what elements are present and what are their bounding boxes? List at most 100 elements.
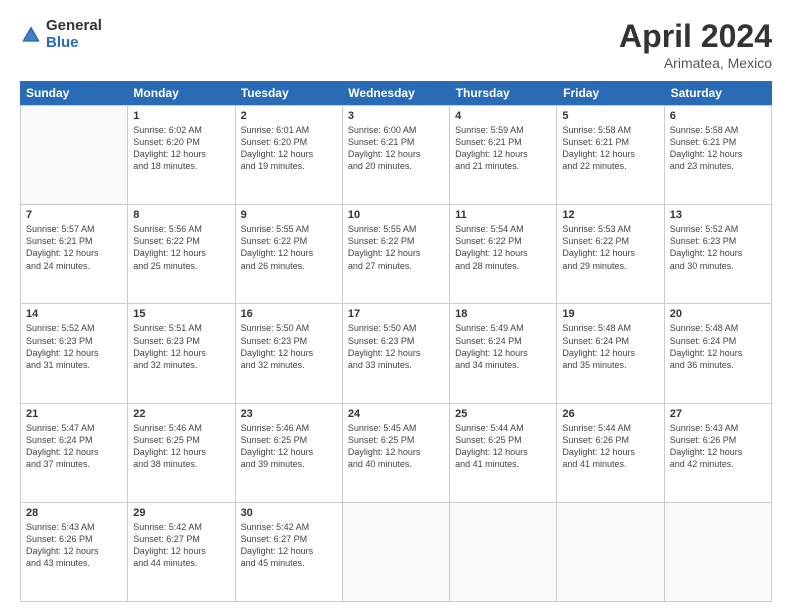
cell-daylight-text: Sunrise: 5:43 AM Sunset: 6:26 PM Dayligh… [670, 422, 766, 471]
calendar-cell-6: 6 Sunrise: 5:58 AM Sunset: 6:21 PM Daylig… [665, 106, 772, 204]
day-number: 9 [241, 209, 337, 221]
cell-daylight-text: Sunrise: 6:00 AM Sunset: 6:21 PM Dayligh… [348, 124, 444, 173]
calendar-cell-30: 30 Sunrise: 5:42 AM Sunset: 6:27 PM Dayli… [236, 503, 343, 601]
logo: General Blue [20, 18, 102, 51]
day-number: 16 [241, 308, 337, 320]
day-number: 7 [26, 209, 122, 221]
day-number: 14 [26, 308, 122, 320]
title-location: Arimatea, Mexico [619, 55, 772, 71]
header-day-saturday: Saturday [665, 81, 772, 105]
header-day-thursday: Thursday [450, 81, 557, 105]
cell-daylight-text: Sunrise: 5:58 AM Sunset: 6:21 PM Dayligh… [562, 124, 658, 173]
calendar-body: 1 Sunrise: 6:02 AM Sunset: 6:20 PM Daylig… [20, 105, 772, 602]
header-day-friday: Friday [557, 81, 664, 105]
calendar-cell-22: 22 Sunrise: 5:46 AM Sunset: 6:25 PM Dayli… [128, 404, 235, 502]
cell-daylight-text: Sunrise: 5:44 AM Sunset: 6:26 PM Dayligh… [562, 422, 658, 471]
day-number: 25 [455, 408, 551, 420]
calendar-cell-empty [665, 503, 772, 601]
calendar-cell-26: 26 Sunrise: 5:44 AM Sunset: 6:26 PM Dayli… [557, 404, 664, 502]
cell-daylight-text: Sunrise: 5:52 AM Sunset: 6:23 PM Dayligh… [26, 322, 122, 371]
calendar: SundayMondayTuesdayWednesdayThursdayFrid… [20, 81, 772, 602]
cell-daylight-text: Sunrise: 5:55 AM Sunset: 6:22 PM Dayligh… [241, 223, 337, 272]
cell-daylight-text: Sunrise: 5:42 AM Sunset: 6:27 PM Dayligh… [241, 521, 337, 570]
day-number: 19 [562, 308, 658, 320]
cell-daylight-text: Sunrise: 6:01 AM Sunset: 6:20 PM Dayligh… [241, 124, 337, 173]
calendar-row-3: 21 Sunrise: 5:47 AM Sunset: 6:24 PM Dayli… [21, 404, 772, 503]
day-number: 30 [241, 507, 337, 519]
day-number: 6 [670, 110, 766, 122]
calendar-cell-17: 17Sunrise: 5:50 AM Sunset: 6:23 PM Dayli… [343, 304, 450, 402]
day-number: 3 [348, 110, 444, 122]
calendar-cell-3: 3 Sunrise: 6:00 AM Sunset: 6:21 PM Daylig… [343, 106, 450, 204]
calendar-cell-7: 7 Sunrise: 5:57 AM Sunset: 6:21 PM Daylig… [21, 205, 128, 303]
cell-daylight-text: Sunrise: 5:43 AM Sunset: 6:26 PM Dayligh… [26, 521, 122, 570]
calendar-cell-27: 27Sunrise: 5:43 AM Sunset: 6:26 PM Dayli… [665, 404, 772, 502]
day-number: 10 [348, 209, 444, 221]
header-day-sunday: Sunday [20, 81, 127, 105]
calendar-cell-2: 2 Sunrise: 6:01 AM Sunset: 6:20 PM Daylig… [236, 106, 343, 204]
day-number: 17 [348, 308, 444, 320]
day-number: 20 [670, 308, 766, 320]
header-day-wednesday: Wednesday [342, 81, 449, 105]
day-number: 4 [455, 110, 551, 122]
calendar-cell-12: 12 Sunrise: 5:53 AM Sunset: 6:22 PM Dayli… [557, 205, 664, 303]
calendar-cell-4: 4 Sunrise: 5:59 AM Sunset: 6:21 PM Daylig… [450, 106, 557, 204]
cell-daylight-text: Sunrise: 5:46 AM Sunset: 6:25 PM Dayligh… [133, 422, 229, 471]
day-number: 22 [133, 408, 229, 420]
day-number: 21 [26, 408, 122, 420]
cell-daylight-text: Sunrise: 5:48 AM Sunset: 6:24 PM Dayligh… [670, 322, 766, 371]
calendar-cell-14: 14 Sunrise: 5:52 AM Sunset: 6:23 PM Dayli… [21, 304, 128, 402]
header-day-monday: Monday [127, 81, 234, 105]
cell-daylight-text: Sunrise: 5:47 AM Sunset: 6:24 PM Dayligh… [26, 422, 122, 471]
cell-daylight-text: Sunrise: 5:46 AM Sunset: 6:25 PM Dayligh… [241, 422, 337, 471]
logo-icon [20, 24, 42, 46]
day-number: 5 [562, 110, 658, 122]
day-number: 2 [241, 110, 337, 122]
cell-daylight-text: Sunrise: 5:54 AM Sunset: 6:22 PM Dayligh… [455, 223, 551, 272]
day-number: 23 [241, 408, 337, 420]
cell-daylight-text: Sunrise: 5:59 AM Sunset: 6:21 PM Dayligh… [455, 124, 551, 173]
cell-daylight-text: Sunrise: 5:51 AM Sunset: 6:23 PM Dayligh… [133, 322, 229, 371]
cell-daylight-text: Sunrise: 5:53 AM Sunset: 6:22 PM Dayligh… [562, 223, 658, 272]
calendar-cell-empty [21, 106, 128, 204]
cell-daylight-text: Sunrise: 5:57 AM Sunset: 6:21 PM Dayligh… [26, 223, 122, 272]
cell-daylight-text: Sunrise: 6:02 AM Sunset: 6:20 PM Dayligh… [133, 124, 229, 173]
day-number: 26 [562, 408, 658, 420]
cell-daylight-text: Sunrise: 5:48 AM Sunset: 6:24 PM Dayligh… [562, 322, 658, 371]
calendar-cell-29: 29 Sunrise: 5:42 AM Sunset: 6:27 PM Dayli… [128, 503, 235, 601]
cell-daylight-text: Sunrise: 5:58 AM Sunset: 6:21 PM Dayligh… [670, 124, 766, 173]
cell-daylight-text: Sunrise: 5:44 AM Sunset: 6:25 PM Dayligh… [455, 422, 551, 471]
calendar-cell-empty [450, 503, 557, 601]
calendar-cell-11: 11 Sunrise: 5:54 AM Sunset: 6:22 PM Dayli… [450, 205, 557, 303]
calendar-row-0: 1 Sunrise: 6:02 AM Sunset: 6:20 PM Daylig… [21, 106, 772, 205]
day-number: 1 [133, 110, 229, 122]
day-number: 28 [26, 507, 122, 519]
calendar-cell-23: 23 Sunrise: 5:46 AM Sunset: 6:25 PM Dayli… [236, 404, 343, 502]
title-month: April 2024 [619, 18, 772, 55]
day-number: 12 [562, 209, 658, 221]
calendar-cell-8: 8Sunrise: 5:56 AM Sunset: 6:22 PM Daylig… [128, 205, 235, 303]
calendar-row-1: 7 Sunrise: 5:57 AM Sunset: 6:21 PM Daylig… [21, 205, 772, 304]
cell-daylight-text: Sunrise: 5:42 AM Sunset: 6:27 PM Dayligh… [133, 521, 229, 570]
calendar-cell-9: 9 Sunrise: 5:55 AM Sunset: 6:22 PM Daylig… [236, 205, 343, 303]
calendar-row-2: 14 Sunrise: 5:52 AM Sunset: 6:23 PM Dayli… [21, 304, 772, 403]
title-section: April 2024 Arimatea, Mexico [619, 18, 772, 71]
calendar-cell-25: 25 Sunrise: 5:44 AM Sunset: 6:25 PM Dayli… [450, 404, 557, 502]
calendar-cell-empty [557, 503, 664, 601]
calendar-cell-1: 1 Sunrise: 6:02 AM Sunset: 6:20 PM Daylig… [128, 106, 235, 204]
calendar-cell-empty [343, 503, 450, 601]
calendar-cell-19: 19 Sunrise: 5:48 AM Sunset: 6:24 PM Dayli… [557, 304, 664, 402]
cell-daylight-text: Sunrise: 5:52 AM Sunset: 6:23 PM Dayligh… [670, 223, 766, 272]
calendar-cell-5: 5 Sunrise: 5:58 AM Sunset: 6:21 PM Daylig… [557, 106, 664, 204]
logo-general: General [46, 18, 102, 35]
day-number: 11 [455, 209, 551, 221]
day-number: 29 [133, 507, 229, 519]
calendar-cell-18: 18Sunrise: 5:49 AM Sunset: 6:24 PM Dayli… [450, 304, 557, 402]
header: General Blue April 2024 Arimatea, Mexico [20, 18, 772, 71]
cell-daylight-text: Sunrise: 5:50 AM Sunset: 6:23 PM Dayligh… [241, 322, 337, 371]
calendar-cell-10: 10Sunrise: 5:55 AM Sunset: 6:22 PM Dayli… [343, 205, 450, 303]
cell-daylight-text: Sunrise: 5:49 AM Sunset: 6:24 PM Dayligh… [455, 322, 551, 371]
logo-blue: Blue [46, 35, 102, 52]
cell-daylight-text: Sunrise: 5:56 AM Sunset: 6:22 PM Dayligh… [133, 223, 229, 272]
calendar-cell-28: 28 Sunrise: 5:43 AM Sunset: 6:26 PM Dayli… [21, 503, 128, 601]
